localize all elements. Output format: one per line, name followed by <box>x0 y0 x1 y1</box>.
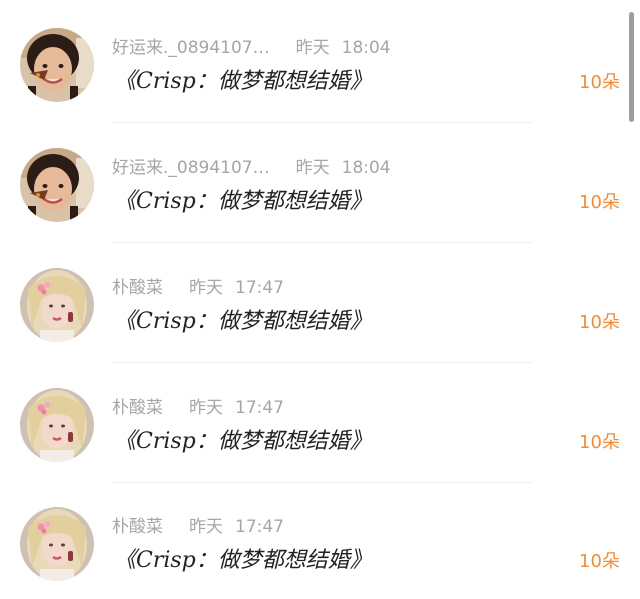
flower-count: 10朵 <box>579 192 620 213</box>
comment-date: 昨天 <box>189 398 223 418</box>
comment-date: 昨天 <box>295 158 330 178</box>
comment-time: 17:47 <box>235 398 284 418</box>
list-item[interactable]: 朴酸菜 昨天 17:47 《Crisp：做梦都想结婚》 10朵 <box>0 479 630 599</box>
username[interactable]: 朴酸菜 <box>112 398 163 418</box>
flower-count: 10朵 <box>579 432 620 453</box>
user-avatar[interactable] <box>20 388 94 462</box>
flower-count: 10朵 <box>579 312 620 333</box>
comment-meta: 好运来._0894107… 昨天 18:04 <box>112 156 391 180</box>
comment-date: 昨天 <box>189 278 223 298</box>
comment-list: 好运来._0894107… 昨天 18:04 《Crisp：做梦都想结婚》 10朵 <box>0 0 640 599</box>
comment-time: 18:04 <box>341 158 391 178</box>
list-item[interactable]: 朴酸菜 昨天 17:47 《Crisp：做梦都想结婚》 10朵 <box>0 240 630 363</box>
comment-date: 昨天 <box>189 517 223 537</box>
work-title[interactable]: 《Crisp：做梦都想结婚》 <box>114 306 372 338</box>
user-avatar[interactable] <box>20 148 94 222</box>
comment-meta: 朴酸菜 昨天 17:47 <box>112 515 284 539</box>
blonde-avatar-icon <box>20 268 94 342</box>
username[interactable]: 朴酸菜 <box>112 278 163 298</box>
blonde-avatar-icon <box>20 388 94 462</box>
list-item[interactable]: 好运来._0894107… 昨天 18:04 《Crisp：做梦都想结婚》 10朵 <box>0 120 630 243</box>
comment-meta: 朴酸菜 昨天 17:47 <box>112 276 284 300</box>
username[interactable]: 好运来._0894107… <box>112 38 270 58</box>
work-title[interactable]: 《Crisp：做梦都想结婚》 <box>114 426 372 458</box>
girl-avatar-icon <box>20 148 94 222</box>
blonde-avatar-icon <box>20 507 94 581</box>
flower-count: 10朵 <box>579 551 620 572</box>
comment-date: 昨天 <box>295 38 330 58</box>
flower-count: 10朵 <box>579 72 620 93</box>
username[interactable]: 朴酸菜 <box>112 517 163 537</box>
scrollbar[interactable] <box>629 12 634 122</box>
work-title[interactable]: 《Crisp：做梦都想结婚》 <box>114 66 372 98</box>
list-item[interactable]: 好运来._0894107… 昨天 18:04 《Crisp：做梦都想结婚》 10朵 <box>0 0 630 123</box>
comment-time: 18:04 <box>341 38 391 58</box>
user-avatar[interactable] <box>20 268 94 342</box>
comment-meta: 朴酸菜 昨天 17:47 <box>112 396 284 420</box>
comment-time: 17:47 <box>235 278 284 298</box>
work-title[interactable]: 《Crisp：做梦都想结婚》 <box>114 545 372 577</box>
user-avatar[interactable] <box>20 507 94 581</box>
work-title[interactable]: 《Crisp：做梦都想结婚》 <box>114 186 372 218</box>
comment-meta: 好运来._0894107… 昨天 18:04 <box>112 36 391 60</box>
username[interactable]: 好运来._0894107… <box>112 158 270 178</box>
comment-time: 17:47 <box>235 517 284 537</box>
user-avatar[interactable] <box>20 28 94 102</box>
girl-avatar-icon <box>20 28 94 102</box>
list-item[interactable]: 朴酸菜 昨天 17:47 《Crisp：做梦都想结婚》 10朵 <box>0 360 630 483</box>
